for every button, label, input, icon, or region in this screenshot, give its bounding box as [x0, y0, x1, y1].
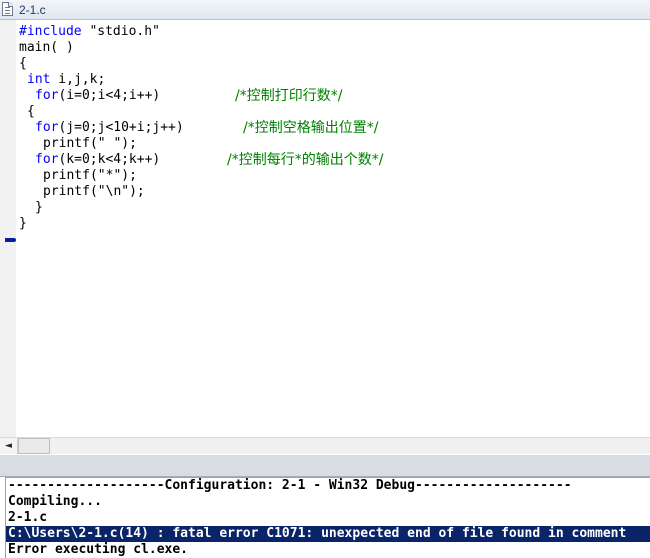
code-text: "stdio.h" — [81, 24, 160, 39]
code-line: for(i=0;i<4;i++) — [35, 88, 160, 104]
editor-gutter — [0, 20, 16, 437]
code-text: printf(" "); — [43, 136, 137, 151]
pane-splitter[interactable] — [0, 454, 650, 477]
code-comment: /*控制打印行数*/ — [235, 88, 343, 104]
scroll-left-arrow-icon[interactable]: ◄ — [0, 438, 18, 454]
output-error-line[interactable]: C:\Users\2-1.c(14) : fatal error C1071: … — [6, 526, 650, 542]
code-line: int i,j,k; — [27, 72, 105, 88]
build-output-pane[interactable]: --------------------Configuration: 2-1 -… — [5, 477, 650, 558]
code-text: { — [19, 56, 27, 71]
keyword: for — [35, 88, 59, 103]
keyword: int — [27, 72, 51, 87]
keyword: for — [35, 152, 59, 167]
code-line: printf("*"); — [43, 168, 137, 184]
output-line: 2-1.c — [8, 510, 48, 525]
code-line: printf("\n"); — [43, 184, 145, 200]
code-text: printf("\n"); — [43, 184, 145, 199]
code-line: { — [19, 56, 27, 72]
output-line: Error executing cl.exe. — [8, 542, 189, 557]
code-text: printf("*"); — [43, 168, 137, 183]
code-line: } — [19, 216, 27, 232]
code-text: } — [35, 200, 43, 215]
code-text: (i=0;i<4;i++) — [58, 88, 161, 103]
code-text: } — [19, 216, 27, 231]
code-comment: /*控制每行*的输出个数*/ — [227, 152, 384, 168]
code-line: { — [27, 104, 35, 120]
title-bar: 2-1.c — [0, 0, 650, 20]
output-line: --------------------Configuration: 2-1 -… — [8, 478, 572, 493]
code-line: printf(" "); — [43, 136, 137, 152]
keyword: #include — [19, 24, 82, 39]
code-text: { — [27, 104, 35, 119]
output-line: Compiling... — [8, 494, 102, 509]
code-text: main( ) — [19, 40, 74, 55]
code-text: (k=0;k<4;k++) — [58, 152, 161, 167]
window-title: 2-1.c — [19, 3, 46, 17]
code-editor[interactable]: #include "stdio.h" main( ) { int i,j,k; … — [0, 20, 650, 437]
document-icon — [2, 2, 13, 16]
code-line: } — [35, 200, 43, 216]
code-text: (j=0;j<10+i;j++) — [58, 120, 184, 135]
code-comment: /*控制空格输出位置*/ — [243, 120, 379, 136]
scroll-thumb[interactable] — [18, 438, 50, 454]
current-line-marker-icon — [5, 238, 16, 242]
code-line: #include "stdio.h" — [19, 24, 160, 40]
code-line: for(k=0;k<4;k++) — [35, 152, 160, 168]
code-text: i,j,k; — [50, 72, 106, 87]
code-line: main( ) — [19, 40, 74, 56]
horizontal-scrollbar[interactable]: ◄ — [0, 437, 650, 454]
code-line: for(j=0;j<10+i;j++) — [35, 120, 184, 136]
keyword: for — [35, 120, 59, 135]
